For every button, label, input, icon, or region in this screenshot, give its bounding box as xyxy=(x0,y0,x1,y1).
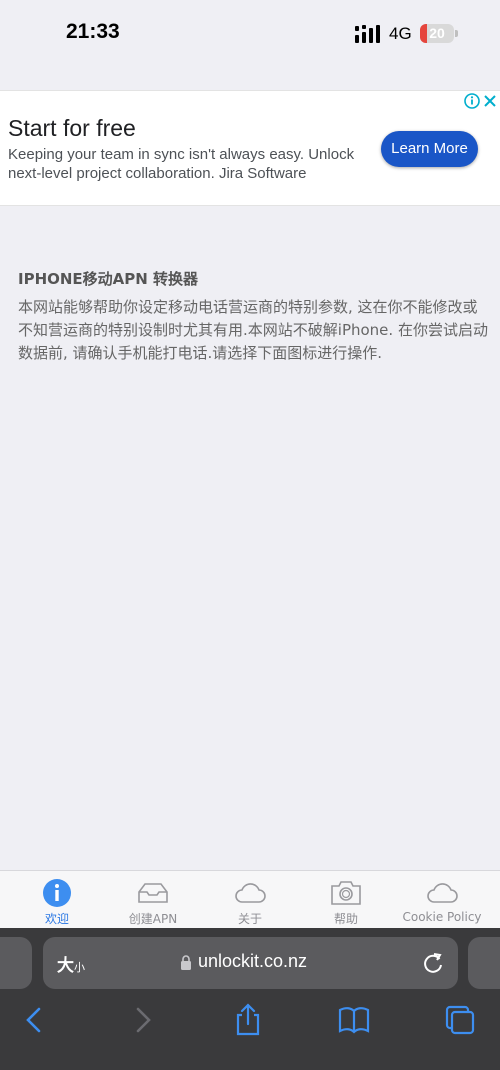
tab-cookie-policy[interactable]: Cookie Policy xyxy=(392,871,492,929)
status-time: 21:33 xyxy=(66,20,120,43)
learn-more-button[interactable]: Learn More xyxy=(381,131,478,167)
forward-icon[interactable] xyxy=(125,1003,159,1037)
text-size-button[interactable]: 大小 xyxy=(57,951,85,976)
camera-icon xyxy=(331,881,361,905)
back-icon[interactable] xyxy=(18,1003,52,1037)
url-text[interactable]: unlockit.co.nz xyxy=(198,951,307,972)
tab-help[interactable]: 帮助 xyxy=(296,871,396,929)
tab-label: 创建APN xyxy=(128,912,178,926)
battery-percentage: 20 xyxy=(429,25,445,41)
ad-info-icon[interactable] xyxy=(463,92,481,110)
network-type: 4G xyxy=(389,24,412,43)
ad-title[interactable]: Start for free xyxy=(8,115,136,142)
tab-about[interactable]: 关于 xyxy=(200,871,300,929)
tab-label: 关于 xyxy=(237,912,262,926)
text-size-small-label: 小 xyxy=(74,961,85,974)
tab-create-apn[interactable]: 创建APN xyxy=(103,871,203,929)
reload-icon[interactable] xyxy=(422,951,444,975)
page-description: 本网站能够帮助你设定移动电话营运商的特别参数, 这在你不能修改或不知营运商的特别… xyxy=(18,298,488,362)
tabs-icon[interactable] xyxy=(443,1003,477,1037)
cloud-icon xyxy=(235,883,266,903)
tab-label: 欢迎 xyxy=(44,912,69,926)
battery-icon: 20 xyxy=(420,24,454,43)
previous-tab-preview[interactable] xyxy=(0,937,32,989)
bookmarks-icon[interactable] xyxy=(337,1003,371,1037)
browser-toolbar: 大小 unlockit.co.nz xyxy=(0,928,500,1070)
page-title: IPHONE移动APN 转换器 xyxy=(18,270,199,288)
ad-body[interactable]: Keeping your team in sync isn't always e… xyxy=(8,145,378,183)
battery-tip xyxy=(455,30,458,37)
text-size-large-label: 大 xyxy=(57,956,74,976)
info-icon xyxy=(43,879,71,907)
ad-close-icon[interactable] xyxy=(481,92,499,110)
address-bar[interactable]: 大小 unlockit.co.nz xyxy=(43,937,458,989)
tab-welcome[interactable]: 欢迎 xyxy=(7,871,107,929)
lock-icon xyxy=(181,955,191,970)
status-bar: 21:33 4G 20 xyxy=(0,0,500,70)
tab-bar: 欢迎 创建APN 关于 帮助 Cookie Policy xyxy=(0,870,500,928)
cloud-icon xyxy=(427,883,458,903)
signal-strength-icon xyxy=(355,25,380,43)
next-tab-preview[interactable] xyxy=(468,937,500,989)
inbox-icon xyxy=(138,883,168,903)
ad-banner[interactable]: Start for free Keeping your team in sync… xyxy=(0,90,500,206)
tab-label: Cookie Policy xyxy=(402,910,482,924)
share-icon[interactable] xyxy=(231,1003,265,1037)
tab-label: 帮助 xyxy=(333,912,358,926)
